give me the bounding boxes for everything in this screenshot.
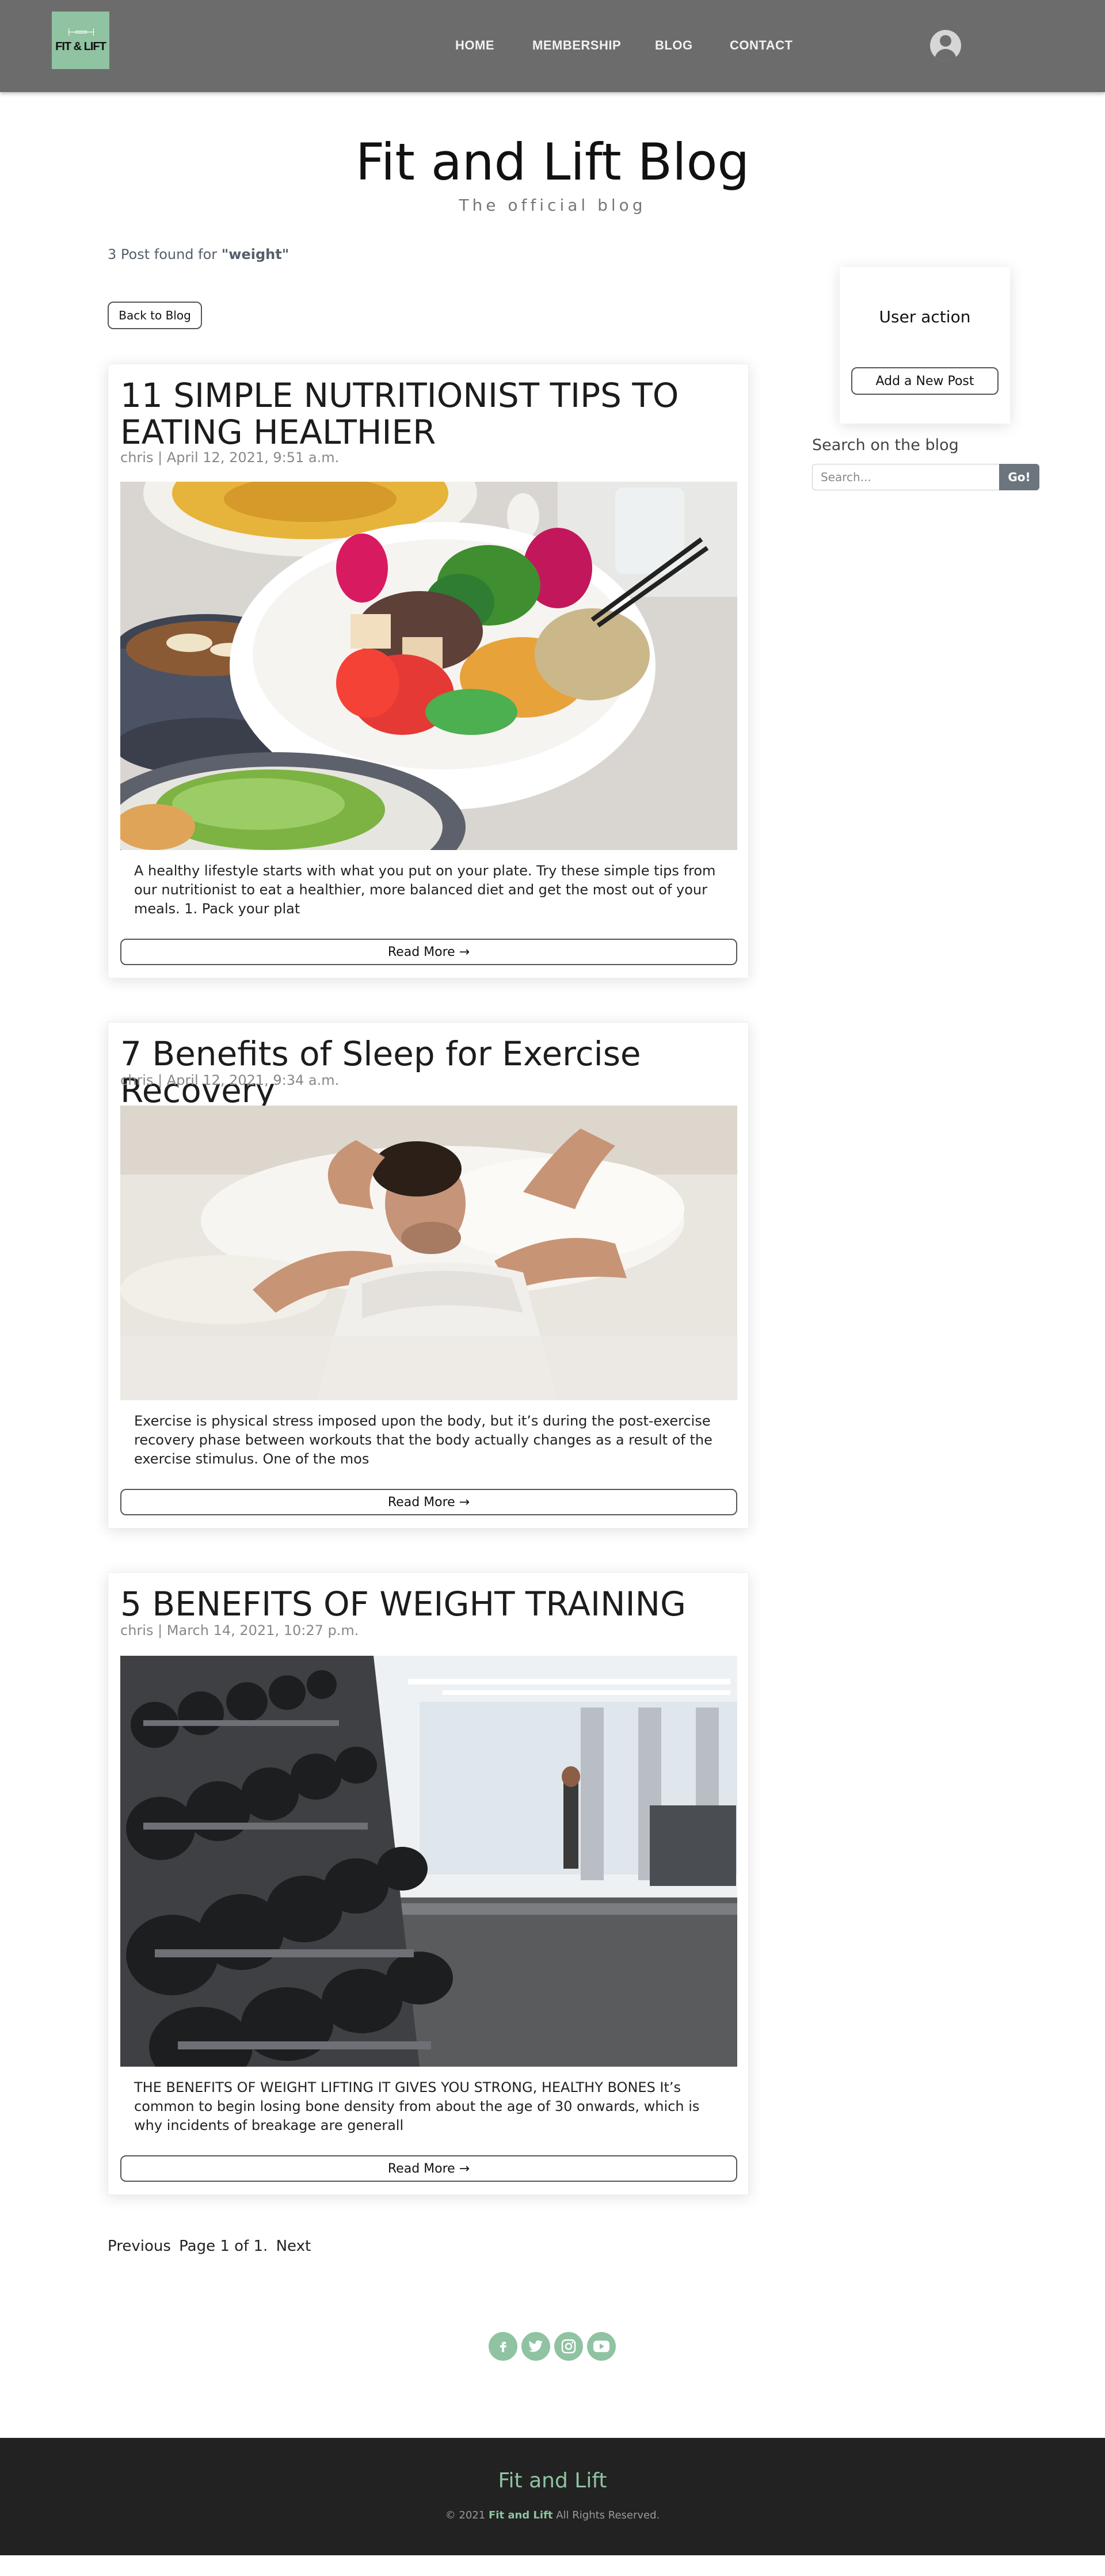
youtube-icon[interactable]	[587, 2332, 616, 2361]
footer: Fit and Lift © 2021 Fit and Lift All Rig…	[0, 2438, 1105, 2555]
pagination: Previous Page 1 of 1. Next	[108, 2238, 314, 2255]
post-meta: chris | March 14, 2021, 10:27 p.m.	[120, 1622, 359, 1638]
post-title[interactable]: 5 BENEFITS OF WEIGHT TRAINING	[120, 1586, 742, 1622]
footer-brand-link[interactable]: Fit and Lift	[489, 2509, 553, 2521]
footer-copyright: © 2021 Fit and Lift All Rights Reserved.	[445, 2509, 660, 2521]
twitter-icon[interactable]	[521, 2332, 550, 2361]
post-title[interactable]: 11 SIMPLE NUTRITIONIST TIPS TO EATING HE…	[120, 377, 742, 451]
read-more-button[interactable]: Read More →	[120, 939, 737, 965]
post-card: 7 Benefits of Sleep for Exercise Recover…	[108, 1022, 749, 1529]
user-action-title: User action	[879, 307, 971, 326]
search-label: Search on the blog	[812, 436, 959, 454]
add-new-post-button[interactable]: Add a New Post	[851, 367, 999, 395]
post-excerpt: Exercise is physical stress imposed upon…	[134, 1413, 712, 1467]
search-result-count: 3 Post found for "weight"	[108, 246, 289, 262]
post-excerpt: A healthy lifestyle starts with what you…	[134, 863, 716, 917]
instagram-icon[interactable]	[554, 2332, 583, 2361]
next-page-link[interactable]: Next	[276, 2238, 311, 2255]
user-action-panel: User action Add a New Post	[840, 267, 1010, 424]
nav-contact-link[interactable]: CONTACT	[730, 38, 792, 53]
read-more-button[interactable]: Read More →	[120, 1489, 737, 1515]
back-to-blog-button[interactable]: Back to Blog	[108, 302, 202, 329]
search-go-button[interactable]: Go!	[999, 464, 1039, 490]
previous-page-link[interactable]: Previous	[108, 2238, 171, 2255]
post-meta: chris | April 12, 2021, 9:51 a.m.	[120, 449, 340, 466]
post-card: 5 BENEFITS OF WEIGHT TRAINING chris | Ma…	[108, 1572, 749, 2195]
healthy-food-bowls-photo	[120, 482, 737, 850]
post-image[interactable]	[120, 1106, 737, 1400]
post-image[interactable]	[120, 482, 737, 850]
page-title: Fit and Lift Blog	[355, 132, 750, 192]
search-query: "weight"	[221, 246, 289, 262]
post-meta: chris | April 12, 2021, 9:34 a.m.	[120, 1072, 340, 1088]
dumbbell-icon: ⊢══⊣	[67, 26, 94, 39]
post-image[interactable]	[120, 1656, 737, 2067]
nav-home-link[interactable]: HOME	[455, 38, 494, 53]
nav-membership-link[interactable]: MEMBERSHIP	[532, 38, 621, 53]
gym-dumbbell-rack-photo	[120, 1656, 737, 2067]
post-excerpt: THE BENEFITS OF WEIGHT LIFTING IT GIVES …	[134, 2079, 700, 2133]
search-input[interactable]	[812, 464, 1000, 490]
facebook-icon[interactable]	[489, 2332, 517, 2361]
read-more-button[interactable]: Read More →	[120, 2155, 737, 2182]
man-sleeping-photo	[120, 1106, 737, 1400]
nav-blog-link[interactable]: BLOG	[655, 38, 693, 53]
post-card: 11 SIMPLE NUTRITIONIST TIPS TO EATING HE…	[108, 364, 749, 978]
page-info: Page 1 of 1.	[179, 2238, 268, 2255]
user-account-icon[interactable]	[930, 30, 961, 61]
navbar: ⊢══⊣ FIT & LIFT HOME MEMBERSHIP BLOG CON…	[0, 0, 1105, 92]
footer-brand: Fit and Lift	[498, 2469, 607, 2493]
social-links	[489, 2332, 616, 2362]
page-subtitle: The official blog	[459, 196, 646, 215]
